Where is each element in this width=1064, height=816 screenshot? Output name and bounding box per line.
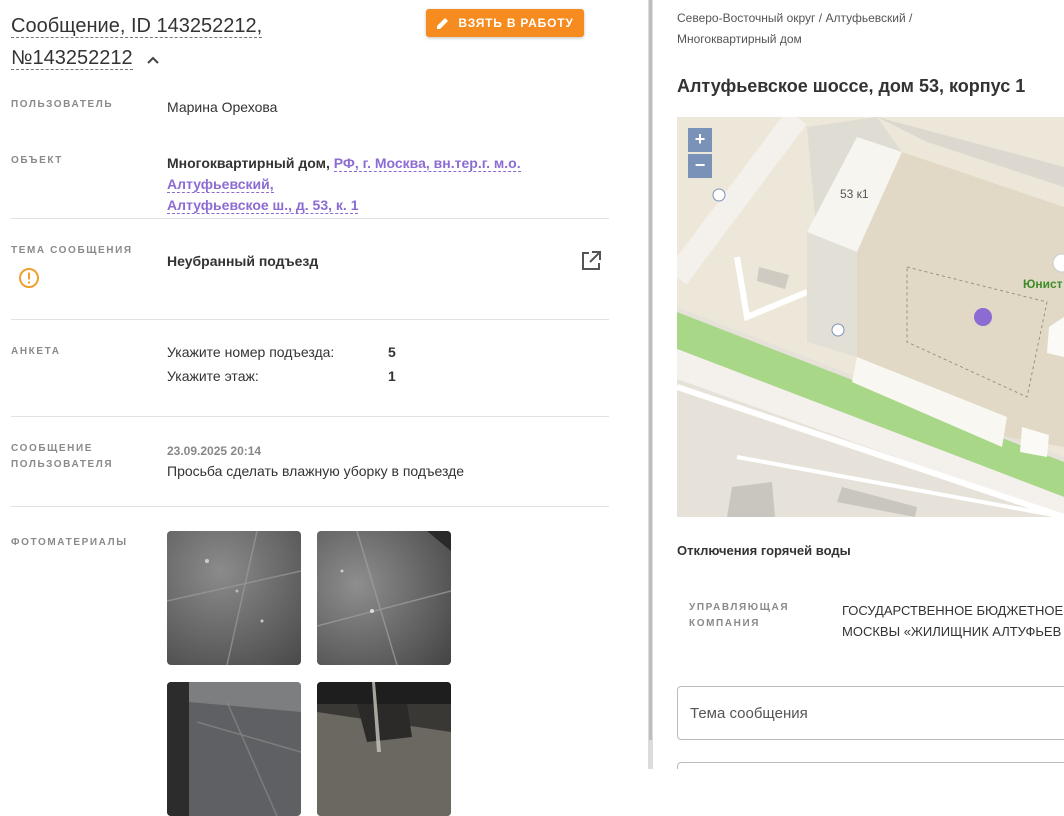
second-input[interactable] [677,762,1064,769]
topic-value: Неубранный подъезд [167,253,319,269]
map-view[interactable]: + − 53 к1 Юнист [677,117,1064,517]
hot-water-outages-link[interactable]: Отключения горячей воды [677,543,851,558]
message-topic-input[interactable]: Тема сообщения [677,686,1064,740]
breadcrumb: Северо-Восточный округ / Алтуфьевский / … [677,8,1037,50]
user-message-label-2: ПОЛЬЗОВАТЕЛЯ [11,459,114,470]
photo-thumbnail[interactable] [167,531,301,665]
company-value-2: МОСКВЫ «ЖИЛИЩНИК АЛТУФЬЕВ [842,624,1062,639]
message-topic-placeholder: Тема сообщения [690,705,808,722]
survey-label: АНКЕТА [11,346,61,357]
object-address-title: Алтуфьевское шоссе, дом 53, корпус 1 [677,76,1026,96]
map-street-label: Юнист [1023,277,1063,291]
divider [11,416,609,417]
topic-label: ТЕМА СООБЩЕНИЯ [11,245,133,256]
title-line-1: Сообщение, ID 143252212, [11,15,263,38]
photos-label: ФОТОМАТЕРИАЛЫ [11,537,128,548]
company-label-2: КОМПАНИЯ [689,618,761,629]
breadcrumb-separator: / [909,11,913,25]
divider [11,506,609,507]
message-title[interactable]: Сообщение, ID 143252212, №143252212 [11,10,301,75]
map-zoom-in-button[interactable]: + [688,128,712,152]
object-address-link-2[interactable]: Алтуфьевское ш., д. 53, к. 1 [167,197,359,214]
company-label-1: УПРАВЛЯЮЩАЯ [689,602,790,613]
message-text: Просьба сделать влажную уборку в подъезд… [167,463,465,479]
object-type: Многоквартирный дом, [167,155,330,171]
take-button-label: ВЗЯТЬ В РАБОТУ [458,16,574,30]
photo-thumbnail[interactable] [317,682,451,816]
message-date: 23.09.2025 20:14 [167,444,262,458]
user-label: ПОЛЬЗОВАТЕЛЬ [11,99,114,110]
divider [11,218,609,219]
pencil-icon [437,18,449,29]
survey-answer: 5 [388,344,396,360]
management-company-value: ГОСУДАРСТВЕННОЕ БЮДЖЕТНОЕ МОСКВЫ «ЖИЛИЩН… [842,600,1063,642]
user-message-label: СООБЩЕНИЕ ПОЛЬЗОВАТЕЛЯ [11,441,113,473]
breadcrumb-district[interactable]: Северо-Восточный округ [677,11,815,25]
title-line-2: №143252212 [11,47,133,70]
object-label: ОБЪЕКТ [11,155,64,166]
breadcrumb-object-type[interactable]: Многоквартирный дом [677,32,802,46]
map-zoom-out-button[interactable]: − [688,154,712,178]
user-value: Марина Орехова [167,99,278,115]
take-to-work-button[interactable]: ВЗЯТЬ В РАБОТУ [426,9,584,37]
breadcrumb-separator: / [818,11,823,25]
survey-question: Укажите номер подъезда: [167,344,335,360]
user-message-label-1: СООБЩЕНИЕ [11,443,94,454]
scrollbar-thumb[interactable] [649,0,652,740]
company-value-1: ГОСУДАРСТВЕННОЕ БЮДЖЕТНОЕ [842,603,1064,618]
survey-answer: 1 [388,368,396,384]
survey-question: Укажите этаж: [167,368,259,384]
chevron-up-icon[interactable] [146,43,160,75]
photo-thumbnail[interactable] [167,682,301,816]
map-building-label: 53 к1 [840,187,869,201]
photo-thumbnail[interactable] [317,531,451,665]
object-panel: Северо-Восточный округ / Алтуфьевский / … [653,0,1064,769]
divider [11,319,609,320]
management-company-label: УПРАВЛЯЮЩАЯ КОМПАНИЯ [689,600,789,632]
breadcrumb-area[interactable]: Алтуфьевский [825,11,905,25]
warning-icon [18,267,40,294]
object-value: Многоквартирный дом, РФ, г. Москва, вн.т… [167,153,607,216]
external-link-icon[interactable] [579,249,603,273]
message-panel: Сообщение, ID 143252212, №143252212 ВЗЯТ… [0,0,648,816]
